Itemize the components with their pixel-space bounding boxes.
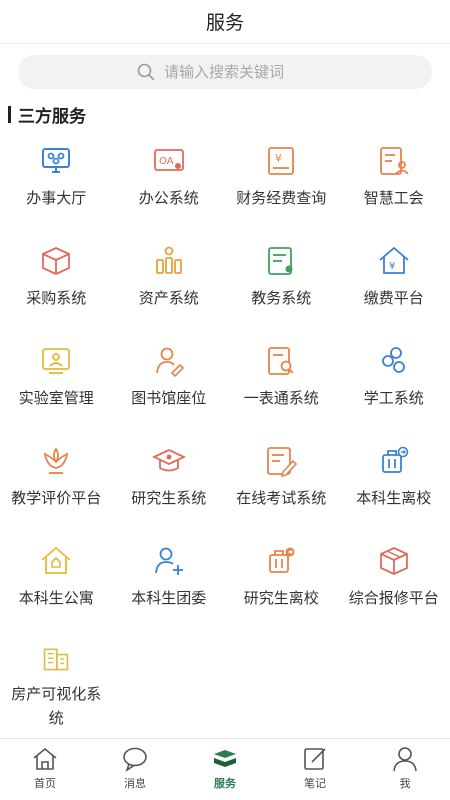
office-hall-icon — [42, 148, 71, 173]
service-label: 在线考试系统 — [236, 489, 327, 507]
service-label: 房产可视化系统 — [11, 685, 102, 727]
tab-label: 服务 — [214, 777, 236, 790]
page-header: 服务 — [0, 0, 450, 44]
service-grid: 办事大厅 OA 办公系统 ¥ 财务经费查询 智慧工会 采购系统 资产系统 教务系… — [0, 130, 450, 730]
section-bar — [8, 105, 11, 123]
service-item-union[interactable]: 智慧工会 — [338, 130, 450, 230]
service-label: 本科生离校 — [356, 489, 432, 507]
graduate-cap-icon — [151, 449, 186, 472]
search-bar — [0, 44, 450, 100]
building-icon — [43, 648, 69, 671]
form-search-icon — [268, 347, 294, 375]
service-label: 采购系统 — [26, 289, 87, 307]
home-icon — [33, 747, 57, 770]
service-label: 教学评价平台 — [11, 489, 102, 507]
lotus-icon — [44, 447, 69, 474]
tab-label: 我 — [399, 777, 411, 790]
service-item-academic[interactable]: 教务系统 — [225, 230, 338, 330]
note-icon — [304, 748, 326, 770]
service-icon — [214, 750, 236, 767]
service-label: 财务经费查询 — [236, 189, 327, 207]
service-item-oa[interactable]: OA 办公系统 — [113, 130, 226, 230]
lab-icon — [42, 348, 71, 374]
search-input[interactable] — [164, 63, 314, 81]
purchase-box-icon — [42, 247, 71, 275]
service-item-office-hall[interactable]: 办事大厅 — [0, 130, 113, 230]
assets-icon — [155, 246, 182, 274]
service-label: 本科生公寓 — [18, 589, 94, 607]
service-item-league[interactable]: 本科生团委 — [113, 530, 226, 630]
profile-icon — [393, 747, 417, 772]
service-label: 缴费平台 — [363, 289, 424, 307]
service-label: 综合报修平台 — [348, 589, 439, 607]
service-item-exam[interactable]: 在线考试系统 — [225, 430, 338, 530]
add-user-icon — [154, 547, 183, 575]
service-item-purchase[interactable]: 采购系统 — [0, 230, 113, 330]
service-label: 资产系统 — [138, 289, 199, 307]
section-title: 三方服务 — [18, 106, 86, 127]
svg-text:¥: ¥ — [275, 152, 282, 165]
service-label: 学工系统 — [363, 389, 424, 407]
section-header: 三方服务 — [0, 100, 450, 128]
svg-text:OA: OA — [159, 156, 174, 167]
search-icon — [137, 63, 155, 81]
finance-icon: ¥ — [268, 147, 295, 175]
academic-doc-icon — [268, 247, 293, 275]
service-label: 实验室管理 — [18, 389, 94, 407]
service-label: 图书馆座位 — [131, 389, 207, 407]
tab-messages[interactable]: 消息 — [90, 739, 180, 800]
page-title: 服务 — [205, 12, 244, 34]
service-item-graduate[interactable]: 研究生系统 — [113, 430, 226, 530]
tab-label: 消息 — [124, 777, 146, 790]
service-label: 研究生离校 — [243, 589, 319, 607]
luggage-icon — [269, 547, 295, 573]
service-item-assets[interactable]: 资产系统 — [113, 230, 226, 330]
bottom-tab-bar: 首页 消息 服务 笔记 我 — [0, 738, 450, 800]
library-seat-icon — [155, 347, 184, 378]
repair-box-icon — [379, 547, 408, 575]
service-label: 教务系统 — [251, 289, 312, 307]
service-label: 办事大厅 — [26, 189, 87, 207]
service-item-library-seat[interactable]: 图书馆座位 — [113, 330, 226, 430]
service-label: 办公系统 — [138, 189, 199, 207]
students-icon — [381, 347, 405, 373]
union-icon — [379, 147, 409, 175]
service-label: 本科生团委 — [131, 589, 207, 607]
dorm-house-icon — [41, 546, 71, 574]
search-box[interactable] — [18, 55, 432, 89]
service-item-finance[interactable]: ¥ 财务经费查询 — [225, 130, 338, 230]
service-item-property[interactable]: 房产可视化系统 — [0, 630, 113, 730]
service-label: 一表通系统 — [243, 389, 319, 407]
service-item-grad-leave[interactable]: 研究生离校 — [225, 530, 338, 630]
service-label: 智慧工会 — [363, 189, 424, 207]
service-item-undergrad-leave[interactable]: 本科生离校 — [338, 430, 450, 530]
tab-label: 首页 — [34, 777, 56, 790]
service-item-repair[interactable]: 综合报修平台 — [338, 530, 450, 630]
tab-me[interactable]: 我 — [360, 739, 450, 800]
luggage-icon — [381, 446, 409, 473]
tab-notes[interactable]: 笔记 — [270, 739, 360, 800]
message-icon — [123, 747, 147, 772]
exam-edit-icon — [267, 447, 298, 478]
tab-home[interactable]: 首页 — [0, 739, 90, 800]
service-item-students[interactable]: 学工系统 — [338, 330, 450, 430]
service-item-lab[interactable]: 实验室管理 — [0, 330, 113, 430]
svg-text:¥: ¥ — [389, 261, 395, 272]
service-item-form[interactable]: 一表通系统 — [225, 330, 338, 430]
oa-icon: OA — [153, 149, 184, 171]
service-item-dorm[interactable]: 本科生公寓 — [0, 530, 113, 630]
payment-house-icon: ¥ — [379, 246, 409, 274]
tab-services[interactable]: 服务 — [180, 739, 270, 800]
service-item-payment[interactable]: ¥ 缴费平台 — [338, 230, 450, 330]
service-label: 研究生系统 — [131, 489, 207, 507]
service-item-teaching-eval[interactable]: 教学评价平台 — [0, 430, 113, 530]
tab-label: 笔记 — [304, 777, 326, 790]
